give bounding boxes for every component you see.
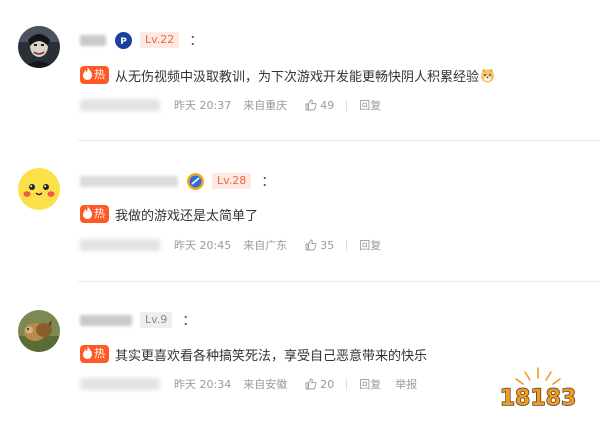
reply-button[interactable]: 回复 — [359, 376, 381, 392]
comment-text: 我做的游戏还是太简单了 — [115, 208, 259, 224]
hot-label: 热 — [94, 347, 105, 360]
comment-divider — [78, 281, 600, 282]
level-badge: Lv.9 — [140, 312, 173, 328]
colon: ： — [189, 33, 204, 49]
comment-time: 昨天 20:45 — [174, 239, 232, 252]
report-button[interactable]: 举报 — [395, 376, 417, 392]
like-button[interactable]: 49 — [305, 99, 334, 112]
username-blurred[interactable] — [80, 34, 106, 46]
comment-body: 热 从无伤视频中汲取教训，为下次游戏开发能更畅快阴人积累经验 — [80, 66, 495, 85]
comment-time: 昨天 20:34 — [174, 378, 232, 391]
username-blurred[interactable] — [80, 314, 132, 326]
blurred-meta — [80, 378, 160, 390]
blurred-meta — [80, 99, 160, 111]
logo-18183-icon: 18183 — [499, 367, 577, 412]
comment-meta: 昨天 20:45 来自广东 35 回复 — [80, 237, 381, 253]
comment-time: 昨天 20:37 — [174, 99, 232, 112]
flame-icon — [83, 67, 92, 80]
divider — [346, 99, 348, 111]
like-button[interactable]: 35 — [305, 239, 334, 252]
comment-text: 其实更喜欢看各种搞笑死法，享受自己恶意带来的快乐 — [115, 348, 428, 364]
hot-label: 热 — [94, 207, 105, 220]
comment-meta: 昨天 20:37 来自重庆 49 回复 — [80, 97, 381, 113]
hot-tag: 热 — [80, 66, 109, 84]
playstation-badge-icon: P — [115, 31, 132, 49]
comment-body: 热 我做的游戏还是太简单了 — [80, 205, 259, 224]
divider — [346, 239, 348, 251]
level-badge: Lv.22 — [140, 32, 180, 48]
flame-icon — [83, 206, 92, 219]
level-badge: Lv.28 — [212, 173, 252, 189]
like-count: 49 — [320, 98, 335, 112]
hot-tag: 热 — [80, 205, 109, 223]
colon: ： — [182, 313, 197, 329]
svg-text:P: P — [120, 37, 127, 47]
blurred-meta — [80, 239, 160, 251]
doge-emoji-icon — [481, 68, 495, 82]
avatar[interactable] — [18, 168, 60, 210]
thumbs-up-icon — [305, 99, 317, 111]
username-blurred[interactable] — [80, 175, 178, 187]
comment-location: 来自广东 — [243, 239, 288, 252]
logo-text: 18183 — [500, 386, 577, 411]
thumbs-up-icon — [305, 239, 317, 251]
reply-button[interactable]: 回复 — [359, 97, 381, 113]
like-count: 20 — [320, 377, 335, 391]
comment-location: 来自重庆 — [243, 99, 288, 112]
thumbs-up-icon — [305, 378, 317, 390]
flame-icon — [83, 346, 92, 359]
comment-text: 从无伤视频中汲取教训，为下次游戏开发能更畅快阴人积累经验 — [115, 69, 480, 85]
like-button[interactable]: 20 — [305, 378, 334, 391]
site-logo-watermark: 18183 — [490, 358, 586, 412]
like-count: 35 — [320, 238, 335, 252]
game-badge-icon — [187, 172, 204, 190]
comment-header: Lv.9 ： — [80, 311, 196, 329]
comment-meta: 昨天 20:34 来自安徽 20 回复 举报 — [80, 376, 417, 392]
reply-button[interactable]: 回复 — [359, 237, 381, 253]
avatar[interactable] — [18, 310, 60, 352]
divider — [346, 378, 348, 390]
colon: ： — [261, 174, 276, 190]
comment-divider — [78, 140, 600, 141]
hot-tag: 热 — [80, 345, 109, 363]
comment-header: Lv.28 ： — [80, 172, 275, 190]
comment-body: 热 其实更喜欢看各种搞笑死法，享受自己恶意带来的快乐 — [80, 345, 428, 364]
comment-location: 来自安徽 — [243, 378, 288, 391]
comment-header: P Lv.22 ： — [80, 31, 203, 49]
avatar[interactable] — [18, 26, 60, 68]
hot-label: 热 — [94, 68, 105, 81]
